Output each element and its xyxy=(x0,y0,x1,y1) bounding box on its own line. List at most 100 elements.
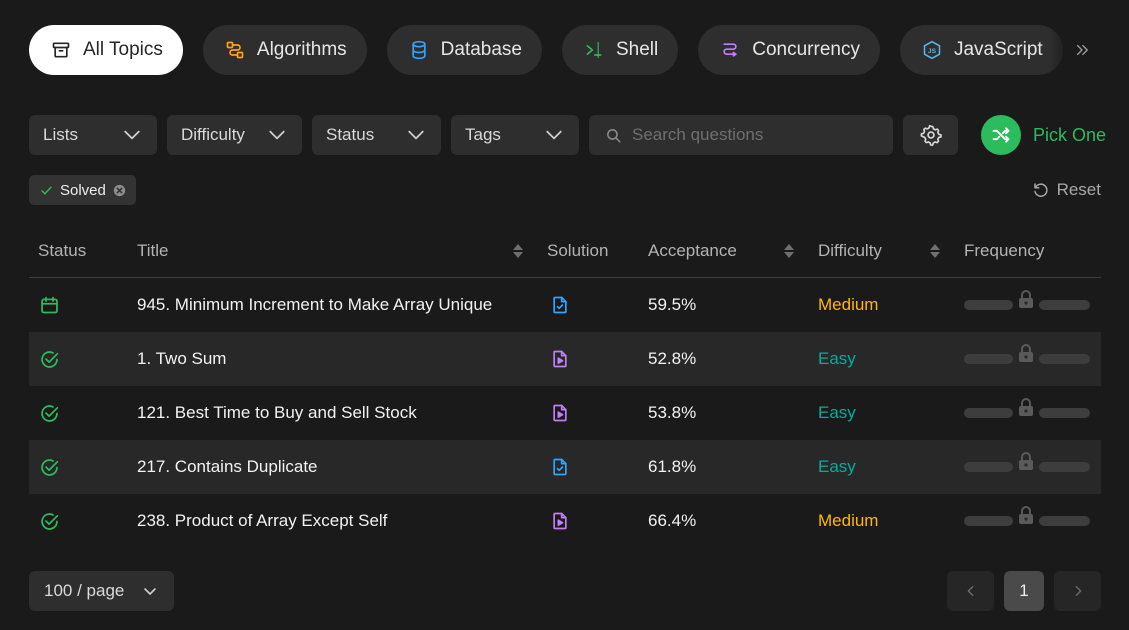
article-icon xyxy=(553,458,567,476)
frequency-cell xyxy=(964,506,1101,526)
header-acceptance[interactable]: Acceptance xyxy=(648,224,818,277)
lists-dropdown-label: Lists xyxy=(43,125,78,144)
gear-icon xyxy=(920,124,942,146)
frequency-bar xyxy=(964,290,1090,310)
header-title[interactable]: Title xyxy=(137,224,547,277)
table-row[interactable]: 217. Contains Duplicate 61.8% Easy xyxy=(29,440,1101,494)
table-header: Status Title Solution Acceptance Difficu… xyxy=(29,224,1101,278)
chevron-left-icon xyxy=(967,585,973,597)
terminal-icon xyxy=(586,41,602,59)
header-frequency-label: Frequency xyxy=(964,240,1045,260)
chevron-down-icon xyxy=(269,130,285,140)
frequency-cell xyxy=(964,398,1101,418)
topic-javascript[interactable]: JS JavaScript xyxy=(899,25,1063,75)
shuffle-icon xyxy=(992,127,1010,143)
frequency-bar xyxy=(964,506,1090,526)
difficulty-value: Medium xyxy=(818,511,879,530)
status-dropdown[interactable]: Status xyxy=(312,115,441,155)
lock-icon xyxy=(1019,398,1033,416)
difficulty-dropdown-label: Difficulty xyxy=(181,125,245,144)
header-status: Status xyxy=(29,224,137,277)
solution-cell[interactable] xyxy=(547,457,648,477)
frequency-cell xyxy=(964,344,1101,364)
header-difficulty-label: Difficulty xyxy=(818,240,882,260)
reset-label: Reset xyxy=(1056,180,1101,199)
pick-one-label: Pick One xyxy=(1033,124,1107,145)
per-page-dropdown[interactable]: 100 / page xyxy=(29,571,174,611)
solution-cell[interactable] xyxy=(547,295,648,315)
chevron-down-icon xyxy=(124,130,140,140)
topic-tabs: All Topics Algorithms Database Shell Con… xyxy=(29,25,1101,75)
topics-scroll-right-button[interactable] xyxy=(1050,25,1101,75)
shuffle-button-circle xyxy=(981,115,1021,155)
topic-shell[interactable]: Shell xyxy=(562,25,679,75)
remove-filter-icon[interactable] xyxy=(113,184,126,197)
prev-page-button[interactable] xyxy=(947,571,994,611)
topic-database[interactable]: Database xyxy=(386,25,542,75)
topic-label: All Topics xyxy=(83,39,163,60)
javascript-icon: JS xyxy=(923,40,941,60)
pick-one-button[interactable]: Pick One xyxy=(981,115,1106,155)
topic-label: Concurrency xyxy=(752,39,860,60)
table-row[interactable]: 238. Product of Array Except Self 66.4% … xyxy=(29,494,1101,548)
topic-label: Algorithms xyxy=(256,39,347,60)
table-row[interactable]: 1. Two Sum 52.8% Easy xyxy=(29,332,1101,386)
topic-label: Shell xyxy=(616,39,659,60)
video-icon xyxy=(553,350,567,368)
problems-table: Status Title Solution Acceptance Difficu… xyxy=(29,224,1101,548)
active-filter-chip: Solved xyxy=(29,175,136,205)
sort-icon[interactable] xyxy=(513,244,523,258)
acceptance-value: 61.8% xyxy=(648,457,697,476)
tags-dropdown-label: Tags xyxy=(465,125,501,144)
acceptance-value: 53.8% xyxy=(648,403,697,422)
acceptance-value: 66.4% xyxy=(648,511,697,530)
tags-dropdown[interactable]: Tags xyxy=(451,115,579,155)
concurrency-icon xyxy=(723,43,737,57)
status-dropdown-label: Status xyxy=(326,125,375,144)
difficulty-value: Medium xyxy=(818,295,879,314)
solution-cell[interactable] xyxy=(547,403,648,423)
problem-title-link[interactable]: 217. Contains Duplicate xyxy=(137,457,547,477)
solution-cell[interactable] xyxy=(547,511,648,531)
filter-bar: Lists Difficulty Status Tags xyxy=(29,115,958,155)
reset-button[interactable]: Reset xyxy=(1032,180,1101,200)
status-cell xyxy=(29,511,137,532)
topic-algorithms[interactable]: Algorithms xyxy=(202,25,367,75)
solution-cell[interactable] xyxy=(547,349,648,369)
per-page-label: 100 / page xyxy=(44,581,125,600)
difficulty-value: Easy xyxy=(818,457,856,476)
lists-dropdown[interactable]: Lists xyxy=(29,115,157,155)
problem-title-link[interactable]: 121. Best Time to Buy and Sell Stock xyxy=(137,403,547,423)
topic-concurrency[interactable]: Concurrency xyxy=(698,25,880,75)
table-row[interactable]: 121. Best Time to Buy and Sell Stock 53.… xyxy=(29,386,1101,440)
header-title-label: Title xyxy=(137,240,169,260)
video-icon xyxy=(553,512,567,530)
topic-label: Database xyxy=(440,39,522,60)
difficulty-value: Easy xyxy=(818,403,856,422)
header-status-label: Status xyxy=(38,240,87,260)
sort-icon[interactable] xyxy=(784,244,794,258)
problem-title-link[interactable]: 238. Product of Array Except Self xyxy=(137,511,547,531)
header-solution: Solution xyxy=(547,224,648,277)
problem-title-link[interactable]: 945. Minimum Increment to Make Array Uni… xyxy=(137,295,547,315)
next-page-button[interactable] xyxy=(1054,571,1101,611)
search-input[interactable] xyxy=(632,125,872,145)
page-number-button[interactable]: 1 xyxy=(1004,571,1044,611)
problem-title-link[interactable]: 1. Two Sum xyxy=(137,349,547,369)
database-icon xyxy=(411,40,426,60)
calendar-icon xyxy=(41,296,58,313)
lock-icon xyxy=(1019,506,1033,524)
settings-button[interactable] xyxy=(903,115,958,155)
sort-icon[interactable] xyxy=(930,244,940,258)
status-cell xyxy=(29,295,137,316)
check-icon xyxy=(41,186,52,194)
header-difficulty[interactable]: Difficulty xyxy=(818,224,964,277)
solved-check-icon xyxy=(41,404,59,422)
lock-icon xyxy=(1019,290,1033,308)
solved-check-icon xyxy=(41,512,59,530)
topic-all-topics[interactable]: All Topics xyxy=(29,25,183,75)
table-row[interactable]: 945. Minimum Increment to Make Array Uni… xyxy=(29,278,1101,332)
algorithms-icon xyxy=(226,41,244,59)
difficulty-dropdown[interactable]: Difficulty xyxy=(167,115,302,155)
difficulty-value: Easy xyxy=(818,349,856,368)
